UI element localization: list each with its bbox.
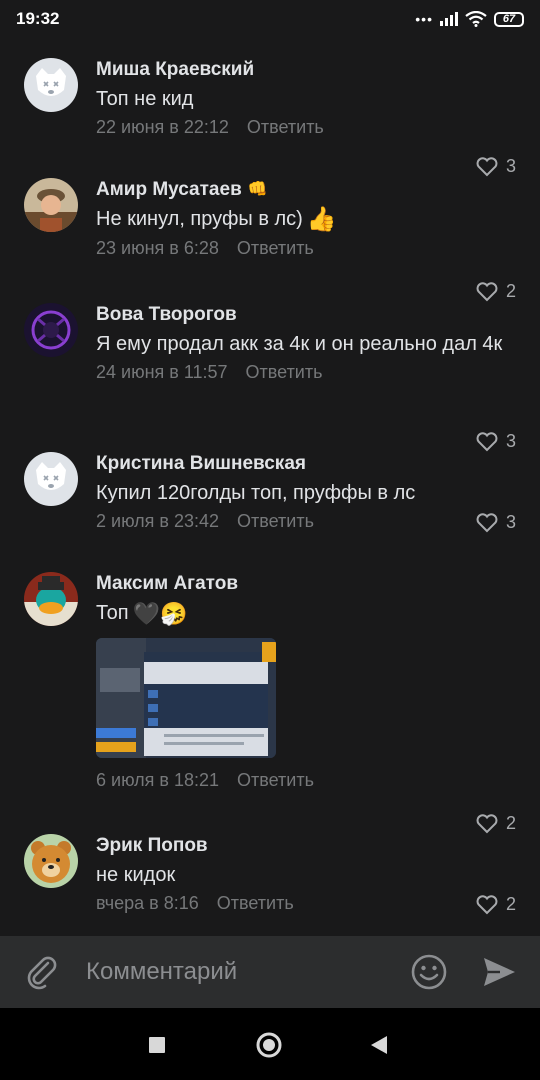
comment-date: 6 июля в 18:21 <box>96 769 220 790</box>
like-count: 2 <box>505 894 516 914</box>
like-button[interactable]: 2 <box>476 281 516 302</box>
platypus-avatar-icon <box>24 572 78 626</box>
heart-outline-icon <box>476 512 498 532</box>
status-icons: ••• 67 <box>415 11 524 27</box>
comment-text: Не кинул, пруфы в лс) 👍 <box>96 205 516 234</box>
avatar[interactable] <box>24 303 78 357</box>
heart-sneeze-emoji-icon: 🖤🤧 <box>132 600 188 626</box>
comment-text-content: Не кинул, пруфы в лс) <box>96 208 303 230</box>
game-screenshot-thumbnail[interactable] <box>96 637 276 758</box>
thumbs-up-emoji-icon: 👍 <box>306 205 337 233</box>
reply-button[interactable]: Ответить <box>237 768 314 792</box>
comment-author[interactable]: Кристина Вишневская <box>96 452 516 476</box>
reply-button[interactable]: Ответить <box>247 115 324 139</box>
like-button[interactable]: 2 <box>476 813 516 834</box>
fist-emoji-icon: 👊 <box>247 181 268 198</box>
comment-author[interactable]: Амир Мусатаев 👊 <box>96 178 516 202</box>
image-thumbnail-icon <box>96 637 276 758</box>
comment-author[interactable]: Вова Творогов <box>96 303 516 327</box>
signal-icon <box>440 12 458 26</box>
reply-button[interactable]: Ответить <box>217 891 294 915</box>
comment-date: 23 июня в 6:28 <box>96 237 219 258</box>
avatar[interactable] <box>24 58 78 112</box>
like-count: 2 <box>505 813 516 833</box>
avatar[interactable] <box>24 178 78 232</box>
like-count: 3 <box>505 512 516 532</box>
smile-icon[interactable] <box>410 953 448 991</box>
like-count: 3 <box>505 431 516 451</box>
avatar[interactable] <box>24 572 78 626</box>
like-count: 3 <box>505 156 516 176</box>
like-count: 2 <box>505 281 516 301</box>
heart-outline-icon <box>476 894 498 914</box>
comment-date: 2 июля в 23:42 <box>96 511 220 531</box>
photo-avatar-icon <box>24 178 78 232</box>
comment-text: Купил 120голды топ, пруффы в лс <box>96 482 416 504</box>
vk-dog-avatar-icon <box>24 452 78 506</box>
comment-author[interactable]: Максим Агатов <box>96 572 516 596</box>
status-time: 19:32 <box>16 9 60 28</box>
author-name[interactable]: Вова Творогов <box>96 303 237 327</box>
comment-date: 24 июня в 11:57 <box>96 362 228 382</box>
reply-button[interactable]: Ответить <box>237 509 314 533</box>
square-icon[interactable] <box>148 1036 166 1054</box>
avatar[interactable] <box>24 452 78 506</box>
comment-text: не кидок <box>96 864 176 886</box>
comment-date: 22 июня в 22:12 <box>96 117 229 137</box>
like-button[interactable]: 3 <box>476 512 516 533</box>
heart-outline-icon <box>476 281 498 301</box>
reply-button[interactable]: Ответить <box>237 236 314 260</box>
status-bar: 19:32 ••• 67 <box>0 0 540 38</box>
comments-list[interactable]: Миша Краевский Топ не кид 22 июня в 22:1… <box>0 38 540 936</box>
comment-text: Топ 🖤🤧 <box>96 599 516 628</box>
reply-button[interactable]: Ответить <box>246 360 323 384</box>
author-name[interactable]: Максим Агатов <box>96 572 238 596</box>
author-name[interactable]: Миша Краевский <box>96 58 254 82</box>
system-navigation-bar <box>0 1008 540 1080</box>
comment-input[interactable]: Комментарий <box>86 956 237 988</box>
comment-author[interactable]: Миша Краевский <box>96 58 516 82</box>
comment-author[interactable]: Эрик Попов <box>96 834 516 858</box>
author-name[interactable]: Амир Мусатаев <box>96 178 242 202</box>
send-icon[interactable] <box>480 953 518 991</box>
notification-dots-icon: ••• <box>415 11 433 27</box>
author-name[interactable]: Эрик Попов <box>96 834 208 858</box>
heart-outline-icon <box>476 431 498 451</box>
wifi-icon <box>465 11 487 27</box>
comment-text: Топ не кид <box>96 88 194 110</box>
vk-dog-avatar-icon <box>24 58 78 112</box>
bear-avatar-icon <box>24 834 78 888</box>
comment-text: Я ему продал акк за 4к и он реально дал … <box>96 333 503 355</box>
like-button[interactable]: 3 <box>476 431 516 452</box>
comment-composer: Комментарий <box>0 936 540 1008</box>
circle-icon[interactable] <box>256 1032 282 1058</box>
battery-indicator: 67 <box>494 11 524 27</box>
like-button[interactable]: 2 <box>476 894 516 915</box>
heart-outline-icon <box>476 813 498 833</box>
dark-purple-avatar-icon <box>24 303 78 357</box>
heart-outline-icon <box>476 156 498 176</box>
comment-date: вчера в 8:16 <box>96 893 199 913</box>
triangle-back-icon[interactable] <box>370 1035 388 1055</box>
comment-text-content: Топ <box>96 602 129 624</box>
avatar[interactable] <box>24 834 78 888</box>
like-button[interactable]: 3 <box>476 156 516 177</box>
paperclip-icon[interactable] <box>24 954 60 990</box>
author-name[interactable]: Кристина Вишневская <box>96 452 306 476</box>
